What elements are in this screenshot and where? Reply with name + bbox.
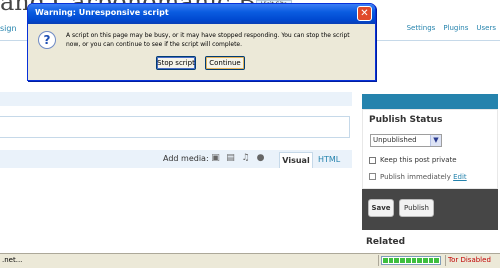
tor-status[interactable]: Tor Disabled — [448, 256, 491, 264]
progress-segment — [417, 258, 422, 263]
progress-segment — [411, 258, 417, 263]
add-media-label: Add media: — [163, 154, 209, 163]
publish-timing: Publish immediately Edit — [380, 173, 467, 181]
edit-timestamp-link[interactable]: Edit — [453, 173, 467, 181]
dialog-title: Warning: Unresponsive script — [35, 8, 169, 17]
top-admin-links: Settings Plugins Users — [407, 24, 496, 32]
post-status-value: Unpublished — [373, 136, 417, 144]
media-icon[interactable]: ● — [256, 154, 265, 163]
settings-link[interactable]: Settings — [407, 24, 436, 32]
plugins-link[interactable]: Plugins — [443, 24, 468, 32]
progress-segment — [405, 258, 411, 263]
keep-private-checkbox[interactable] — [369, 157, 376, 164]
progress-segment — [428, 258, 434, 263]
related-heading: Related — [366, 237, 406, 247]
status-separator — [445, 255, 446, 266]
keep-private-label: Keep this post private — [380, 156, 457, 164]
tab-visual[interactable]: Visual — [279, 152, 313, 168]
save-button[interactable]: Save — [368, 199, 394, 217]
users-link[interactable]: Users — [476, 24, 496, 32]
tab-html[interactable]: HTML — [318, 155, 340, 164]
progress-segment — [394, 258, 400, 263]
stop-script-button[interactable]: Stop script — [156, 56, 196, 70]
audio-icon[interactable]: ♫ — [241, 154, 250, 163]
calendar-icon — [369, 173, 376, 180]
progress-segment — [400, 258, 405, 263]
progress-segment — [388, 258, 394, 263]
dialog-message: A script on this page may be busy, or it… — [66, 32, 350, 48]
post-title-input[interactable] — [0, 116, 350, 138]
publish-status-header — [362, 94, 498, 109]
design-link[interactable]: sign — [0, 24, 17, 33]
publish-status-title: Publish Status — [369, 115, 443, 125]
continue-button[interactable]: Continue — [205, 56, 245, 70]
page-load-progress — [381, 256, 441, 265]
progress-segment — [383, 258, 388, 263]
chevron-down-icon[interactable]: ▼ — [430, 135, 441, 146]
publish-timing-text: Publish immediately — [380, 173, 451, 181]
progress-segment — [434, 258, 440, 263]
status-separator — [378, 255, 379, 266]
publish-button[interactable]: Publish — [399, 199, 434, 217]
image-icon[interactable]: ▣ — [211, 154, 220, 163]
video-icon[interactable]: ▤ — [226, 154, 235, 163]
post-content-editor[interactable] — [0, 168, 352, 252]
close-icon[interactable]: ✕ — [357, 6, 372, 21]
progress-segment — [422, 258, 428, 263]
title-section-band — [0, 92, 352, 106]
status-url-text: .net... — [2, 256, 23, 264]
question-icon: ? — [38, 31, 56, 49]
